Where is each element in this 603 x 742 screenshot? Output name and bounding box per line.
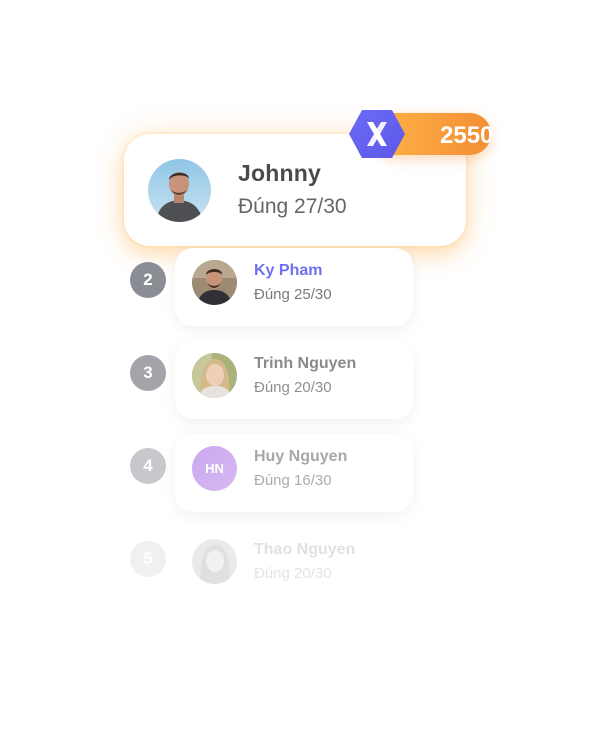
list-item[interactable]: 3 Trinh Nguyen Đúng 20/30 — [130, 341, 430, 435]
user-score: Đúng 27/30 — [238, 195, 347, 218]
points-badge: 2550 — [348, 108, 494, 160]
rank-badge: 3 — [130, 355, 166, 391]
list-item[interactable]: 5 Thao Nguyen Đúng 20/30 — [130, 527, 430, 621]
avatar — [192, 260, 237, 305]
user-score: Đúng 20/30 — [254, 379, 332, 396]
avatar: HN — [192, 446, 237, 491]
user-score: Đúng 16/30 — [254, 472, 332, 489]
avatar — [192, 539, 237, 584]
rank-badge: 5 — [130, 541, 166, 577]
points-value: 2550 — [440, 122, 494, 149]
leaderboard-card: Thao Nguyen Đúng 20/30 — [175, 527, 413, 605]
user-name: Trinh Nguyen — [254, 355, 357, 372]
avatar — [148, 159, 211, 222]
user-name: Johnny — [238, 160, 321, 186]
avatar — [192, 353, 237, 398]
list-item[interactable]: 2 Ky Pham Đúng 25/30 — [130, 248, 430, 342]
leaderboard-card: Ky Pham Đúng 25/30 — [175, 248, 413, 326]
user-name: Thao Nguyen — [254, 541, 356, 558]
user-score: Đúng 20/30 — [254, 565, 332, 582]
user-name: Huy Nguyen — [254, 448, 348, 465]
leaderboard-card: HN Huy Nguyen Đúng 16/30 — [175, 434, 413, 512]
user-name: Ky Pham — [254, 262, 323, 279]
rank-badge: 4 — [130, 448, 166, 484]
user-score: Đúng 25/30 — [254, 286, 332, 303]
x-logo-icon — [348, 108, 406, 160]
rank-badge: 2 — [130, 262, 166, 298]
list-item[interactable]: 4 HN Huy Nguyen Đúng 16/30 — [130, 434, 430, 528]
leaderboard-card: Trinh Nguyen Đúng 20/30 — [175, 341, 413, 419]
avatar-initials: HN — [205, 461, 224, 476]
